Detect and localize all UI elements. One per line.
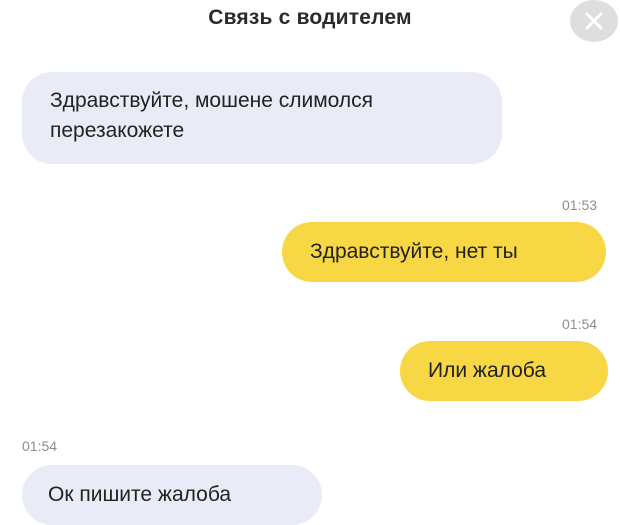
message-timestamp: 01:54 bbox=[562, 316, 598, 332]
close-button[interactable] bbox=[570, 0, 618, 42]
outgoing-message-bubble: Или жалоба bbox=[400, 341, 608, 401]
message-timestamp: 01:53 bbox=[562, 197, 598, 213]
message-text: Ок пишите жалоба bbox=[48, 483, 232, 506]
outgoing-message-bubble: Здравствуйте, нет ты bbox=[282, 222, 606, 282]
message-text: Или жалоба bbox=[428, 359, 547, 382]
incoming-message-bubble: Здравствуйте, мошене слимолся перезакоже… bbox=[22, 72, 502, 164]
page-title: Связь с водителем bbox=[208, 6, 412, 29]
close-icon bbox=[585, 12, 603, 30]
message-text: Здравствуйте, нет ты bbox=[310, 240, 518, 263]
chat-header: Связь с водителем bbox=[0, 0, 620, 48]
message-line: перезакожете bbox=[50, 119, 185, 142]
message-timestamp: 01:54 bbox=[22, 438, 58, 454]
incoming-message-bubble: Ок пишите жалоба bbox=[22, 465, 322, 525]
message-line: Здравствуйте, мошене слимолся bbox=[50, 89, 374, 112]
